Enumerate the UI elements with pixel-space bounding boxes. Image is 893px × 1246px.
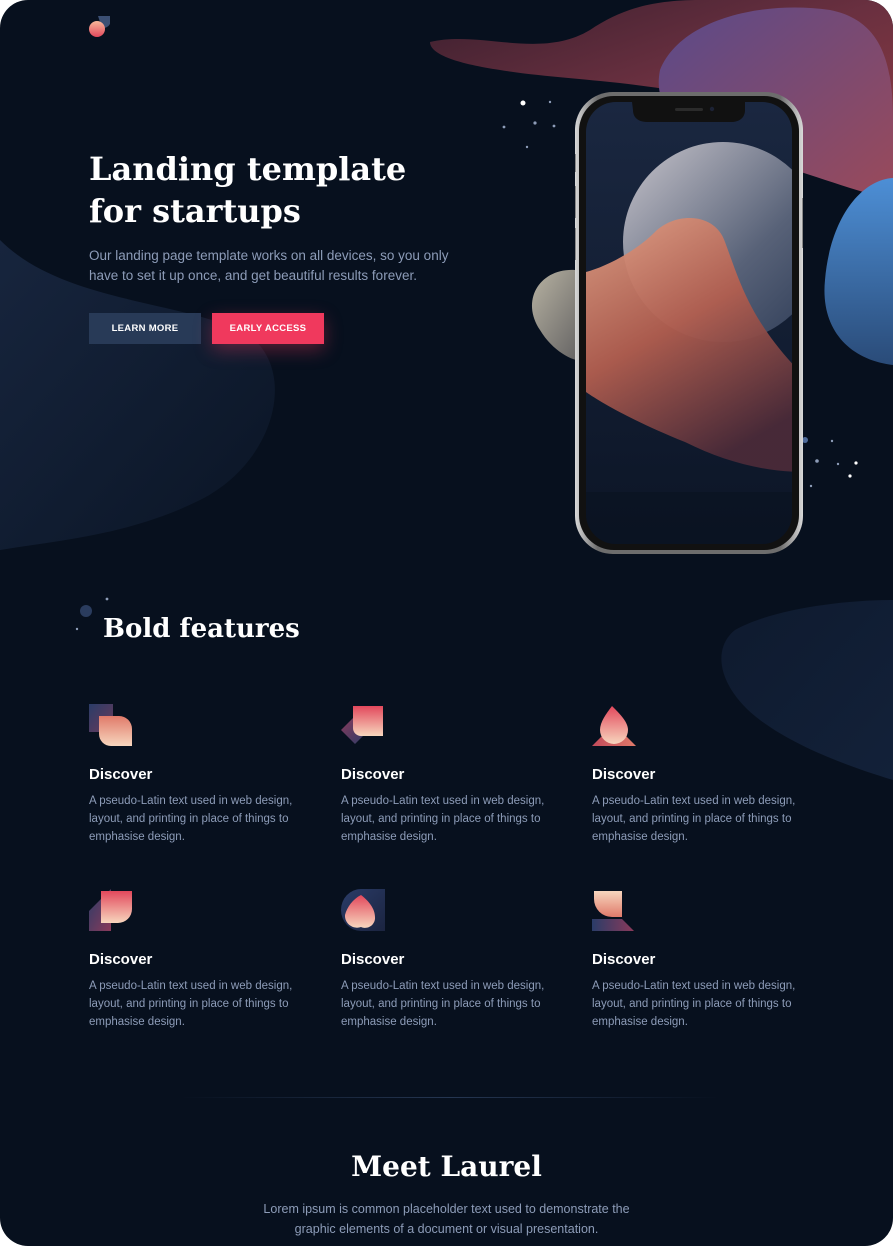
feature-card: Discover A pseudo-Latin text used in web… xyxy=(592,704,812,846)
feature-card: Discover A pseudo-Latin text used in web… xyxy=(341,704,561,846)
feature-icon-3 xyxy=(592,706,636,746)
feature-title: Discover xyxy=(341,951,405,968)
feature-description: A pseudo-Latin text used in web design, … xyxy=(341,795,545,843)
feature-card: Discover A pseudo-Latin text used in web… xyxy=(341,889,561,1031)
feature-icon-2 xyxy=(341,706,383,744)
feature-description: A pseudo-Latin text used in web design, … xyxy=(89,795,293,843)
meet-subtitle: Lorem ipsum is common placeholder text u… xyxy=(263,1202,630,1236)
feature-description: A pseudo-Latin text used in web design, … xyxy=(341,980,545,1028)
hero-title: Landing template for startups xyxy=(89,150,407,230)
logo-icon[interactable] xyxy=(88,14,112,38)
feature-description: A pseudo-Latin text used in web design, … xyxy=(89,980,293,1028)
landing-page: Landing template for startups Our landin… xyxy=(0,0,893,1246)
feature-icon-6 xyxy=(592,891,634,931)
feature-title: Discover xyxy=(341,766,405,783)
meet-title: Meet Laurel xyxy=(351,1150,542,1183)
hero-subtitle: Our landing page template works on all d… xyxy=(89,248,449,283)
early-access-button[interactable]: EARLY ACCESS xyxy=(212,313,324,344)
feature-icon-1 xyxy=(89,704,132,746)
feature-card: Discover A pseudo-Latin text used in web… xyxy=(592,889,812,1031)
features-title: Bold features xyxy=(103,614,300,644)
phone-mockup xyxy=(575,92,803,554)
feature-icon-5 xyxy=(341,889,385,931)
feature-description: A pseudo-Latin text used in web design, … xyxy=(592,980,796,1028)
feature-card: Discover A pseudo-Latin text used in web… xyxy=(89,889,309,1031)
feature-title: Discover xyxy=(592,951,656,968)
feature-title: Discover xyxy=(592,766,656,783)
learn-more-button[interactable]: LEARN MORE xyxy=(89,313,201,344)
feature-title: Discover xyxy=(89,951,153,968)
feature-card: Discover A pseudo-Latin text used in web… xyxy=(89,704,309,846)
feature-icon-4 xyxy=(89,889,132,931)
feature-title: Discover xyxy=(89,766,153,783)
feature-description: A pseudo-Latin text used in web design, … xyxy=(592,795,796,843)
section-divider xyxy=(180,1097,720,1098)
